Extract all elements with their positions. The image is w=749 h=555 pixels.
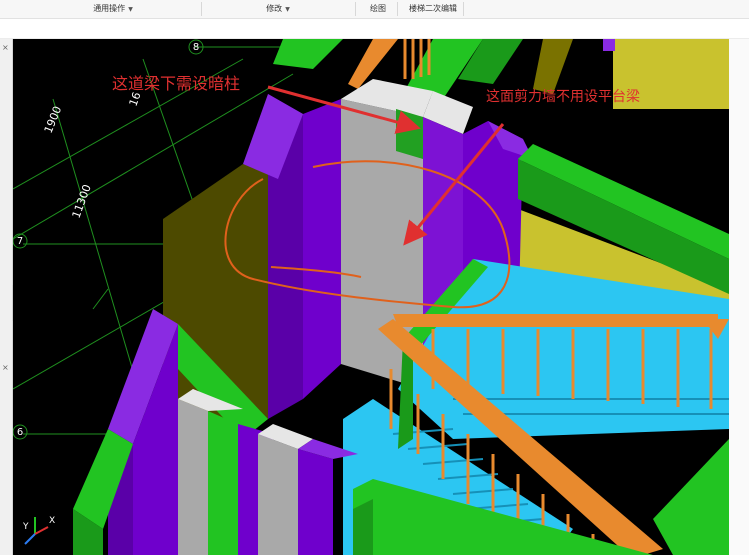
axis-8-label: 8 — [193, 42, 199, 53]
dimension-partial: 16 — [127, 90, 144, 108]
3d-viewport[interactable]: 8 7 6 1900 11300 16 这道梁下需设暗柱 这面剪力墙不用设平台梁… — [13, 39, 729, 555]
stair-edit-button[interactable]: 楼梯二次编辑 — [403, 0, 463, 18]
beam-end-green — [396, 109, 423, 159]
modify-menu[interactable]: 修改 ▼ — [258, 0, 298, 18]
ribbon-toolbar: 通用操作 ▼ 修改 ▼ 绘图 楼梯二次编辑 — [0, 0, 749, 19]
modify-label: 修改 — [266, 4, 283, 13]
close-icon[interactable]: × — [2, 363, 9, 372]
wall-purple-left-front — [303, 99, 341, 399]
wall-lower-gray-1 — [178, 399, 208, 555]
chevron-down-icon: ▼ — [128, 6, 133, 13]
secondary-toolbar — [0, 19, 749, 39]
general-ops-label: 通用操作 — [93, 4, 126, 13]
stair-edit-label: 楼梯二次编辑 — [409, 4, 457, 13]
axis-6-label: 6 — [17, 427, 23, 438]
toolbar-divider — [463, 2, 464, 16]
beam-right-vertical — [653, 439, 729, 555]
dimension-11300: 11300 — [70, 183, 94, 220]
general-ops-menu[interactable]: 通用操作 ▼ — [88, 0, 138, 18]
triad-z-axis — [24, 533, 36, 545]
column-top-small — [603, 39, 615, 51]
wall-lower-green-1 — [208, 411, 238, 555]
right-scrollbar[interactable] — [729, 39, 749, 555]
toolbar-divider — [397, 2, 398, 16]
toolbar-divider — [201, 2, 202, 16]
coordinate-triad: Y X — [22, 516, 55, 545]
grid-axis-7: 7 — [13, 233, 28, 249]
railing-handrail-top — [393, 314, 718, 327]
triad-y-label: Y — [22, 522, 29, 532]
grid-axis-6: 6 — [13, 424, 28, 440]
building-model-view[interactable]: 8 7 6 1900 11300 16 这道梁下需设暗柱 这面剪力墙不用设平台梁… — [13, 39, 729, 555]
close-icon[interactable]: × — [2, 43, 9, 52]
dimension-1900: 1900 — [42, 104, 65, 135]
triad-x-axis — [34, 526, 49, 535]
annotation-hidden-column: 这道梁下需设暗柱 — [112, 74, 240, 93]
axis-7-label: 7 — [17, 236, 23, 247]
toolbar-divider — [355, 2, 356, 16]
annotation-shear-wall: 这面剪力墙不用设平台梁 — [486, 88, 640, 105]
column-top-dark — [533, 39, 573, 94]
wall-lower-gray-2 — [258, 434, 298, 555]
draw-label: 绘图 — [370, 4, 386, 13]
chevron-down-icon: ▼ — [285, 6, 290, 13]
triad-x-label: X — [49, 516, 55, 526]
draw-button[interactable]: 绘图 — [363, 0, 393, 18]
beam-top-left — [273, 39, 343, 69]
wall-lower-purple-3 — [298, 449, 333, 555]
